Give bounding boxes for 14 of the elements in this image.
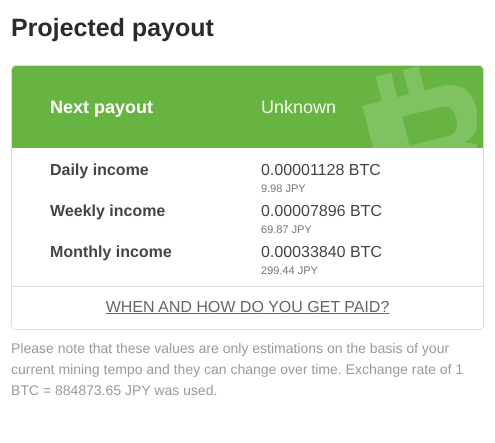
page-title: Projected payout [11,13,215,44]
income-label: Daily income [49,161,150,181]
next-payout-value: Unknown [261,96,336,118]
btc-amount: 0.00033840 BTC [261,243,382,263]
disclaimer-text: Please note that these values are only estimations on the basis of your current mining tempo and they can change over time. Exchange rate of 1 BTC = 884873.65 JPY was used. [11,339,464,400]
jpy-amount: 299.44 JPY [261,264,318,278]
btc-amount: 0.00001128 BTC [261,161,381,181]
next-payout-label: Next payout [49,96,154,118]
jpy-amount: 69.87 JPY [261,223,312,237]
income-label: Monthly income [49,243,173,263]
jpy-amount: 9.98 JPY [261,182,306,196]
btc-amount: 0.00007896 BTC [261,202,382,222]
payment-info-link[interactable]: WHEN AND HOW DO YOU GET PAID? [106,299,390,317]
income-label: Weekly income [49,202,166,222]
